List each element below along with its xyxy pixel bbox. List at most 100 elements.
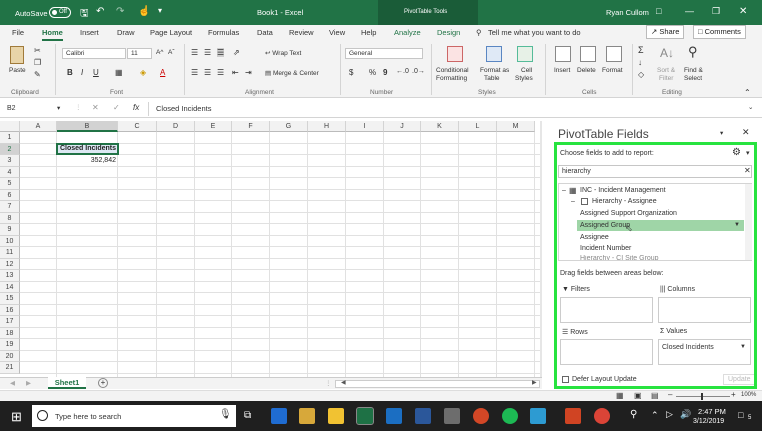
minimize-icon[interactable]: —	[685, 6, 694, 16]
zoom-out-icon[interactable]: –	[668, 390, 672, 399]
column-header[interactable]: I	[346, 121, 384, 132]
column-header[interactable]: A	[20, 121, 57, 132]
tab-page-layout[interactable]: Page Layout	[150, 28, 192, 37]
insert-function-icon[interactable]: fx	[133, 103, 139, 112]
comments-button[interactable]: □ Comments	[693, 25, 746, 39]
tab-design[interactable]: Design	[437, 28, 460, 37]
taskbar-search-box[interactable]: Type here to search 🎙	[32, 405, 236, 427]
windows-start-icon[interactable]: ⊞	[11, 409, 22, 425]
tab-home[interactable]: Home	[42, 28, 63, 41]
align-top-icon[interactable]: ☰	[191, 48, 198, 57]
powerpoint-icon[interactable]	[565, 408, 581, 424]
save-icon[interactable]: 🖫	[80, 6, 89, 23]
zoom-thumb[interactable]	[701, 393, 703, 400]
column-header[interactable]: H	[308, 121, 346, 132]
row-header[interactable]: 4	[0, 166, 20, 178]
paste-icon[interactable]	[10, 46, 24, 64]
conditional-formatting-icon[interactable]	[447, 46, 463, 62]
tab-draw[interactable]: Draw	[117, 28, 135, 37]
paste-button[interactable]: Paste	[9, 67, 26, 74]
autosave-toggle[interactable]: Off	[49, 7, 71, 18]
copy-icon[interactable]: ❐	[34, 58, 41, 67]
cell-styles-icon[interactable]	[517, 46, 533, 62]
volume-icon[interactable]: 🔊	[680, 409, 691, 420]
zoom-level[interactable]: 100%	[741, 392, 756, 398]
number-format-box[interactable]: General	[345, 48, 423, 59]
pane-close-icon[interactable]: ✕	[742, 127, 750, 138]
row-header[interactable]: 21	[0, 362, 20, 374]
increase-indent-icon[interactable]: ⇥	[245, 68, 252, 77]
tell-me-box[interactable]: Tell me what you want to do	[488, 28, 581, 37]
find-select-icon[interactable]: ⚲	[688, 44, 698, 60]
name-box[interactable]: B2	[4, 103, 64, 116]
customize-qat-icon[interactable]: ▾	[158, 6, 162, 15]
scroll-right-icon[interactable]: ▶	[532, 379, 537, 386]
column-header[interactable]: K	[421, 121, 459, 132]
format-as-table-icon[interactable]	[486, 46, 502, 62]
row-header[interactable]: 5	[0, 178, 20, 190]
percent-button[interactable]: %	[369, 68, 376, 77]
file-explorer-icon[interactable]	[328, 408, 344, 424]
tab-splitter-icon[interactable]: ⋮	[325, 379, 332, 387]
clear-icon[interactable]: ◇	[638, 70, 644, 79]
row-header[interactable]: 7	[0, 201, 20, 213]
conditional-formatting-button[interactable]: Conditional	[436, 67, 469, 74]
row-header[interactable]: 16	[0, 304, 20, 316]
maximize-icon[interactable]: ❐	[712, 6, 720, 17]
cut-icon[interactable]: ✂	[34, 46, 41, 55]
align-middle-icon[interactable]: ☰	[204, 48, 211, 57]
wrap-text-button[interactable]: ↩ Wrap Text	[265, 49, 301, 57]
spotify-icon[interactable]	[502, 408, 518, 424]
comma-button[interactable]: 9	[383, 68, 387, 77]
row-header[interactable]: 18	[0, 327, 20, 339]
borders-icon[interactable]: ▦	[115, 68, 123, 77]
column-header[interactable]: M	[497, 121, 535, 132]
increase-decimal-icon[interactable]: ←.0	[396, 68, 409, 75]
delete-cells-button[interactable]: Delete	[577, 67, 596, 74]
app-icon-1[interactable]	[299, 408, 315, 424]
fill-color-icon[interactable]: ◈	[140, 68, 146, 77]
row-header[interactable]: 8	[0, 212, 20, 224]
expand-formula-icon[interactable]: ⌄	[748, 103, 753, 111]
format-cells-button[interactable]: Format	[602, 67, 623, 74]
redo-icon[interactable]: ↷	[116, 6, 124, 17]
touch-mode-icon[interactable]: ☝	[138, 6, 150, 17]
row-header[interactable]: 10	[0, 235, 20, 247]
word-icon[interactable]	[415, 408, 431, 424]
name-box-dropdown-icon[interactable]: ▾	[57, 104, 60, 112]
row-header[interactable]: 13	[0, 270, 20, 282]
tab-data[interactable]: Data	[257, 28, 273, 37]
fill-icon[interactable]: ↓	[638, 58, 642, 67]
app-icon-4[interactable]	[530, 408, 546, 424]
row-header[interactable]: 19	[0, 339, 20, 351]
row-header[interactable]: 11	[0, 247, 20, 259]
accounting-button[interactable]: $	[349, 68, 353, 77]
task-view-icon[interactable]: ⧉	[244, 410, 251, 421]
formula-input[interactable]: Closed Incidents	[156, 104, 211, 113]
decrease-decimal-icon[interactable]: .0→	[412, 68, 425, 75]
orientation-icon[interactable]: ⇗	[233, 48, 240, 57]
font-name-box[interactable]: Calibri	[62, 48, 126, 59]
align-bottom-icon[interactable]: ☰	[217, 48, 225, 57]
grow-font-button[interactable]: A^	[156, 49, 163, 56]
share-button[interactable]: ↗ Share	[646, 25, 685, 39]
tab-insert[interactable]: Insert	[80, 28, 99, 37]
tab-view[interactable]: View	[329, 28, 345, 37]
sort-filter-icon[interactable]: A↓	[660, 46, 674, 60]
tab-help[interactable]: Help	[361, 28, 376, 37]
italic-button[interactable]: I	[81, 68, 83, 77]
zoom-in-icon[interactable]: +	[731, 390, 736, 399]
autosum-icon[interactable]: Σ	[638, 45, 644, 55]
format-painter-icon[interactable]: ✎	[34, 70, 41, 79]
sheet-tab-sheet1[interactable]: Sheet1	[48, 377, 86, 389]
user-name[interactable]: Ryan Cullom	[606, 8, 649, 17]
notifications-icon[interactable]: □	[738, 410, 743, 420]
app-icon-3[interactable]	[473, 408, 489, 424]
worksheet-grid[interactable]: A B C D E F G H I J K L M 1 2 3 4 5 6 7 8 9 10 11 12 13 14 15 16 17 18…	[0, 121, 540, 377]
cell-b3[interactable]: 352,842	[57, 155, 118, 167]
page-break-view-icon[interactable]: ▤	[651, 391, 659, 400]
tab-review[interactable]: Review	[289, 28, 314, 37]
insert-cells-button[interactable]: Insert	[554, 67, 570, 74]
new-sheet-button[interactable]: +	[98, 378, 108, 388]
insert-cells-icon[interactable]	[555, 46, 571, 62]
